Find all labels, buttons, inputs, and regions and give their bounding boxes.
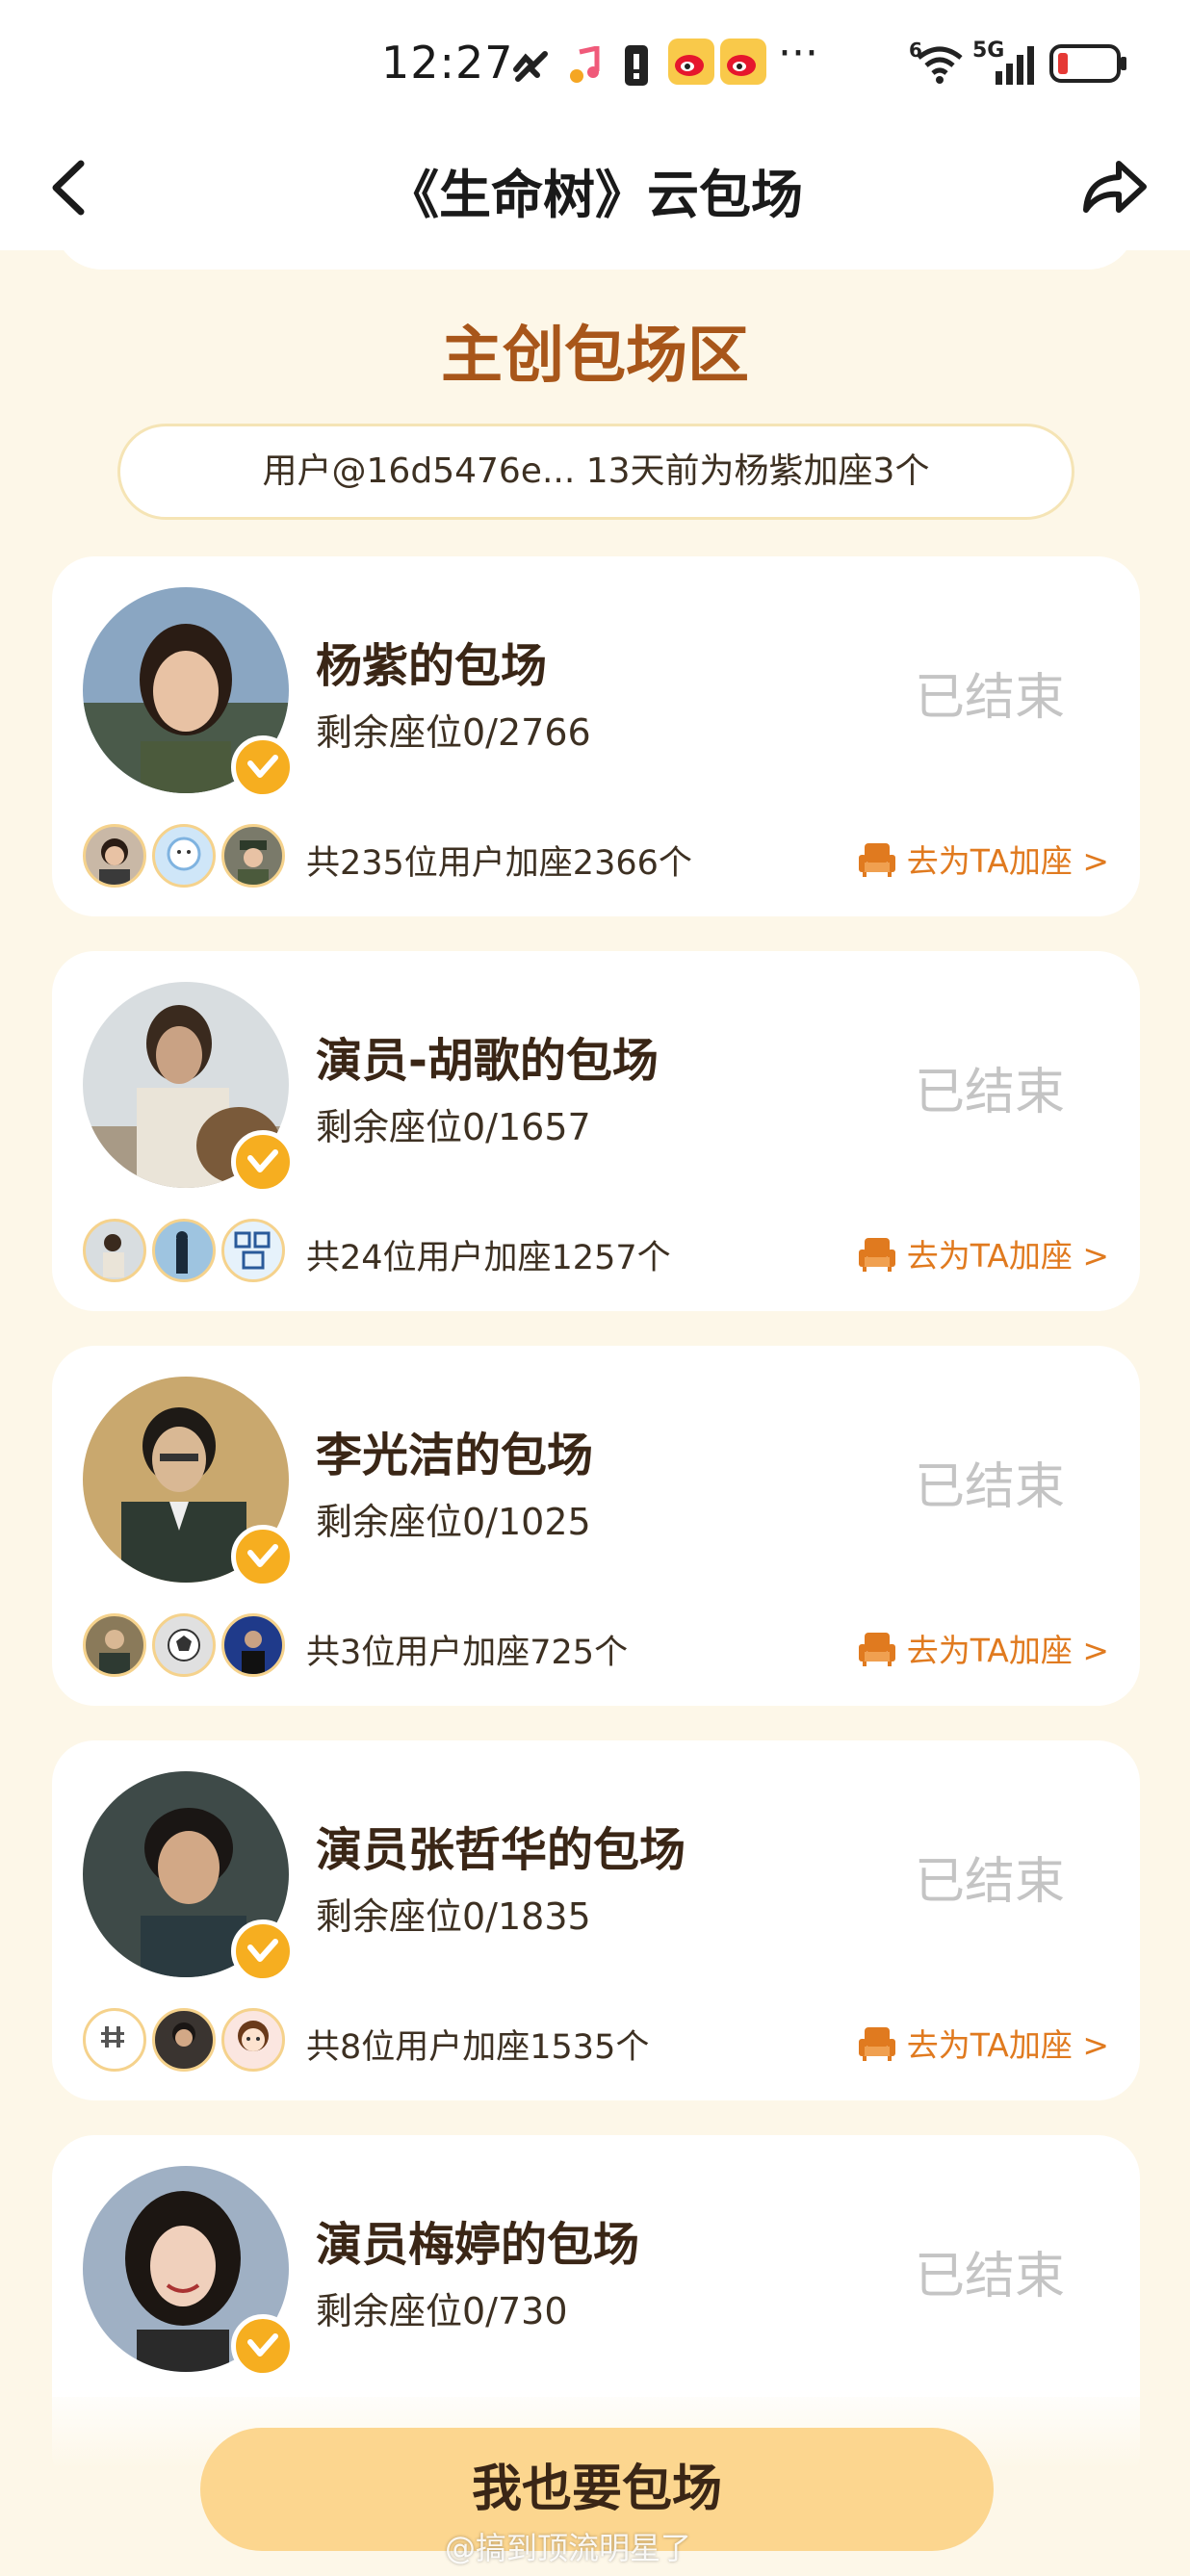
screening-card[interactable]: 李光洁的包场 剩余座位0/1025 已结束 共3位用户加座725个 去为TA加座…	[52, 1346, 1140, 1706]
supporter-avatar	[221, 824, 285, 888]
section-tab-edge	[54, 221, 1136, 270]
supporter-avatar	[152, 1219, 216, 1282]
remaining-seats: 剩余座位0/1835	[316, 1895, 591, 1938]
add-seat-label: 去为TA加座 >	[906, 1237, 1109, 1275]
status-label: 已结束	[914, 1064, 1065, 1121]
page-title: 《生命树》云包场	[387, 165, 803, 225]
signal-icon	[996, 46, 1034, 85]
add-seat-link[interactable]: 去为TA加座 >	[857, 1230, 1109, 1276]
status-bar: 12:27 ··· 6 5G	[0, 0, 1190, 125]
seat-icon	[858, 1238, 895, 1272]
screening-card[interactable]: 演员-胡歌的包场 剩余座位0/1657 已结束 共24位用户加座1257个 去为…	[52, 951, 1140, 1311]
add-seat-label: 去为TA加座 >	[906, 2026, 1109, 2064]
battery-icon	[1049, 44, 1126, 83]
remaining-seats: 剩余座位0/1025	[316, 1501, 591, 1543]
add-seat-link[interactable]: 去为TA加座 >	[857, 1625, 1109, 1671]
supporter-avatar	[221, 2008, 285, 2072]
weibo-icon	[720, 39, 766, 85]
sim-warning-icon	[625, 45, 648, 86]
remaining-seats: 剩余座位0/1657	[316, 1106, 591, 1148]
status-time: 12:27	[381, 37, 514, 89]
verified-badge-icon	[231, 1919, 295, 1983]
status-label: 已结束	[914, 1458, 1065, 1516]
supporter-avatar	[152, 1613, 216, 1677]
card-title: 李光洁的包场	[316, 1429, 594, 1482]
supporter-avatar	[152, 2008, 216, 2072]
supporter-avatar	[221, 1219, 285, 1282]
remaining-seats: 剩余座位0/730	[316, 2290, 568, 2332]
seat-icon	[858, 843, 895, 877]
card-title: 演员梅婷的包场	[316, 2218, 640, 2272]
link-icon	[513, 51, 548, 82]
add-seat-link[interactable]: 去为TA加座 >	[857, 2020, 1109, 2066]
supporter-summary: 共24位用户加座1257个	[306, 1239, 671, 1277]
card-title: 杨紫的包场	[316, 639, 548, 693]
card-title: 演员-胡歌的包场	[316, 1034, 659, 1088]
screening-card[interactable]: 杨紫的包场 剩余座位0/2766 已结束 共235位用户加座2366个 去为TA…	[52, 556, 1140, 916]
booking-notice: 用户@16d5476e... 13天前为杨紫加座3个	[117, 424, 1074, 520]
supporter-avatars	[83, 1219, 285, 1282]
section-title: 主创包场区	[441, 321, 749, 392]
verified-badge-icon	[231, 1525, 295, 1588]
add-seat-label: 去为TA加座 >	[906, 842, 1109, 880]
supporter-avatar	[152, 824, 216, 888]
supporter-avatar	[221, 1613, 285, 1677]
supporter-avatar	[83, 824, 146, 888]
status-label: 已结束	[914, 2248, 1065, 2306]
remaining-seats: 剩余座位0/2766	[316, 711, 591, 754]
status-label: 已结束	[914, 1853, 1065, 1911]
screening-card[interactable]: 演员张哲华的包场 剩余座位0/1835 已结束 共8位用户加座1535个 去为T…	[52, 1740, 1140, 2100]
supporter-avatars	[83, 1613, 285, 1677]
verified-badge-icon	[231, 2314, 295, 2378]
more-notifications-icon: ···	[778, 29, 818, 78]
verified-badge-icon	[231, 1130, 295, 1194]
music-icon	[570, 46, 600, 83]
supporter-avatar	[83, 1219, 146, 1282]
supporter-avatars	[83, 2008, 285, 2072]
share-icon[interactable]	[1078, 150, 1151, 223]
weibo-icon	[668, 39, 714, 85]
wifi-icon	[917, 46, 963, 84]
supporter-summary: 共8位用户加座1535个	[306, 2028, 650, 2067]
supporter-avatar	[83, 2008, 146, 2072]
watermark: @搞到顶流明星了	[445, 2530, 692, 2566]
supporter-avatars	[83, 824, 285, 888]
card-title: 演员张哲华的包场	[316, 1823, 686, 1877]
add-seat-link[interactable]: 去为TA加座 >	[857, 836, 1109, 882]
supporter-summary: 共235位用户加座2366个	[306, 844, 692, 883]
supporter-avatar	[83, 1613, 146, 1677]
seat-icon	[858, 1633, 895, 1666]
status-label: 已结束	[914, 669, 1065, 727]
seat-icon	[858, 2027, 895, 2061]
supporter-summary: 共3位用户加座725个	[306, 1634, 629, 1672]
verified-badge-icon	[231, 735, 295, 799]
add-seat-label: 去为TA加座 >	[906, 1632, 1109, 1669]
